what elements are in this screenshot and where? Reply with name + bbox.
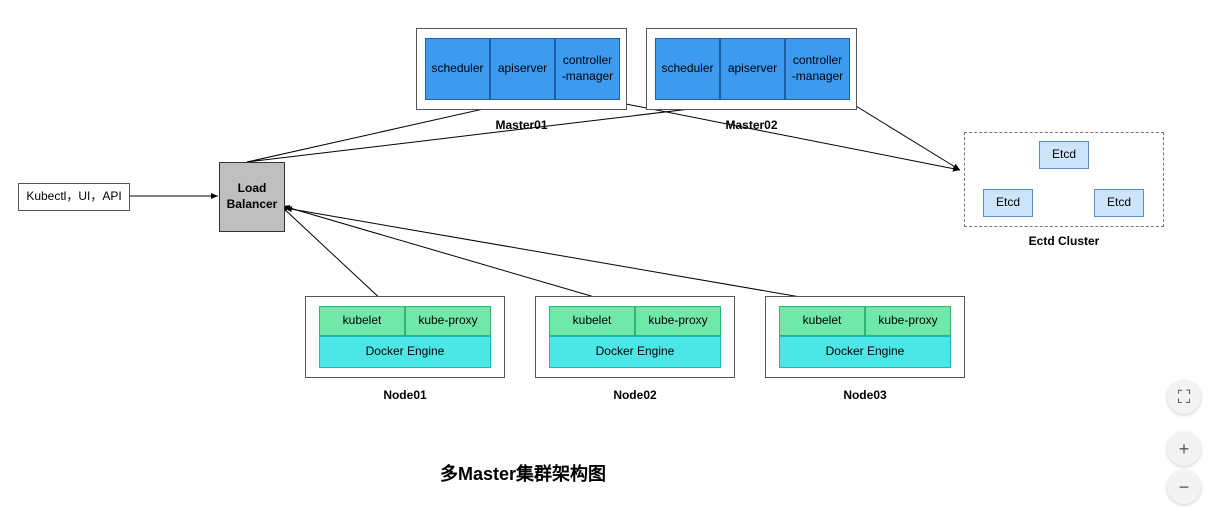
master01-scheduler-label: scheduler [431, 61, 483, 77]
zoom-in-button[interactable]: + [1167, 432, 1201, 466]
master02-apiserver: apiserver [720, 38, 785, 100]
client-box: Kubectl，UI，API [18, 183, 130, 211]
master02-label: Master02 [646, 118, 857, 132]
master01-controller-manager: controller -manager [555, 38, 620, 100]
fullscreen-icon: ⛶ [1178, 387, 1191, 408]
node03-kubeproxy-label: kube-proxy [878, 313, 937, 329]
node02-kubeproxy: kube-proxy [635, 306, 721, 336]
load-balancer-label: Load Balancer [227, 181, 278, 212]
master01-apiserver: apiserver [490, 38, 555, 100]
master01-controller-label: controller -manager [562, 53, 613, 84]
master01-label: Master01 [416, 118, 627, 132]
node02-docker-label: Docker Engine [596, 344, 675, 360]
node02-kubelet: kubelet [549, 306, 635, 336]
master02-scheduler: scheduler [655, 38, 720, 100]
etcd-left-label: Etcd [996, 195, 1020, 211]
node02-kubelet-label: kubelet [573, 313, 612, 329]
node03-label: Node03 [765, 388, 965, 402]
etcd-right-label: Etcd [1107, 195, 1131, 211]
etcd-cluster-label: Ectd Cluster [964, 234, 1164, 248]
master02-scheduler-label: scheduler [661, 61, 713, 77]
etcd-node-left: Etcd [983, 189, 1033, 217]
node02-kubeproxy-label: kube-proxy [648, 313, 707, 329]
minus-icon: − [1179, 477, 1190, 498]
diagram-title: 多Master集群架构图 [440, 460, 606, 486]
master01-apiserver-label: apiserver [498, 61, 547, 77]
node01-kubelet-label: kubelet [343, 313, 382, 329]
node01-kubeproxy: kube-proxy [405, 306, 491, 336]
plus-icon: + [1179, 439, 1190, 460]
node03-docker-label: Docker Engine [826, 344, 905, 360]
node02-label: Node02 [535, 388, 735, 402]
node03-kubeproxy: kube-proxy [865, 306, 951, 336]
master02-controller-label: controller -manager [792, 53, 843, 84]
master01-scheduler: scheduler [425, 38, 490, 100]
node01-kubelet: kubelet [319, 306, 405, 336]
node03-docker: Docker Engine [779, 336, 951, 368]
fullscreen-button[interactable]: ⛶ [1167, 380, 1201, 414]
node03-kubelet-label: kubelet [803, 313, 842, 329]
node01-docker-label: Docker Engine [366, 344, 445, 360]
etcd-node-right: Etcd [1094, 189, 1144, 217]
node01-label: Node01 [305, 388, 505, 402]
zoom-out-button[interactable]: − [1167, 470, 1201, 504]
node03-kubelet: kubelet [779, 306, 865, 336]
etcd-top-label: Etcd [1052, 147, 1076, 163]
client-label: Kubectl，UI，API [26, 189, 121, 205]
load-balancer-box: Load Balancer [219, 162, 285, 232]
master02-apiserver-label: apiserver [728, 61, 777, 77]
master02-controller-manager: controller -manager [785, 38, 850, 100]
etcd-node-top: Etcd [1039, 141, 1089, 169]
node01-kubeproxy-label: kube-proxy [418, 313, 477, 329]
diagram-canvas: Kubectl，UI，API Load Balancer scheduler a… [0, 0, 1216, 507]
node01-docker: Docker Engine [319, 336, 491, 368]
node02-docker: Docker Engine [549, 336, 721, 368]
